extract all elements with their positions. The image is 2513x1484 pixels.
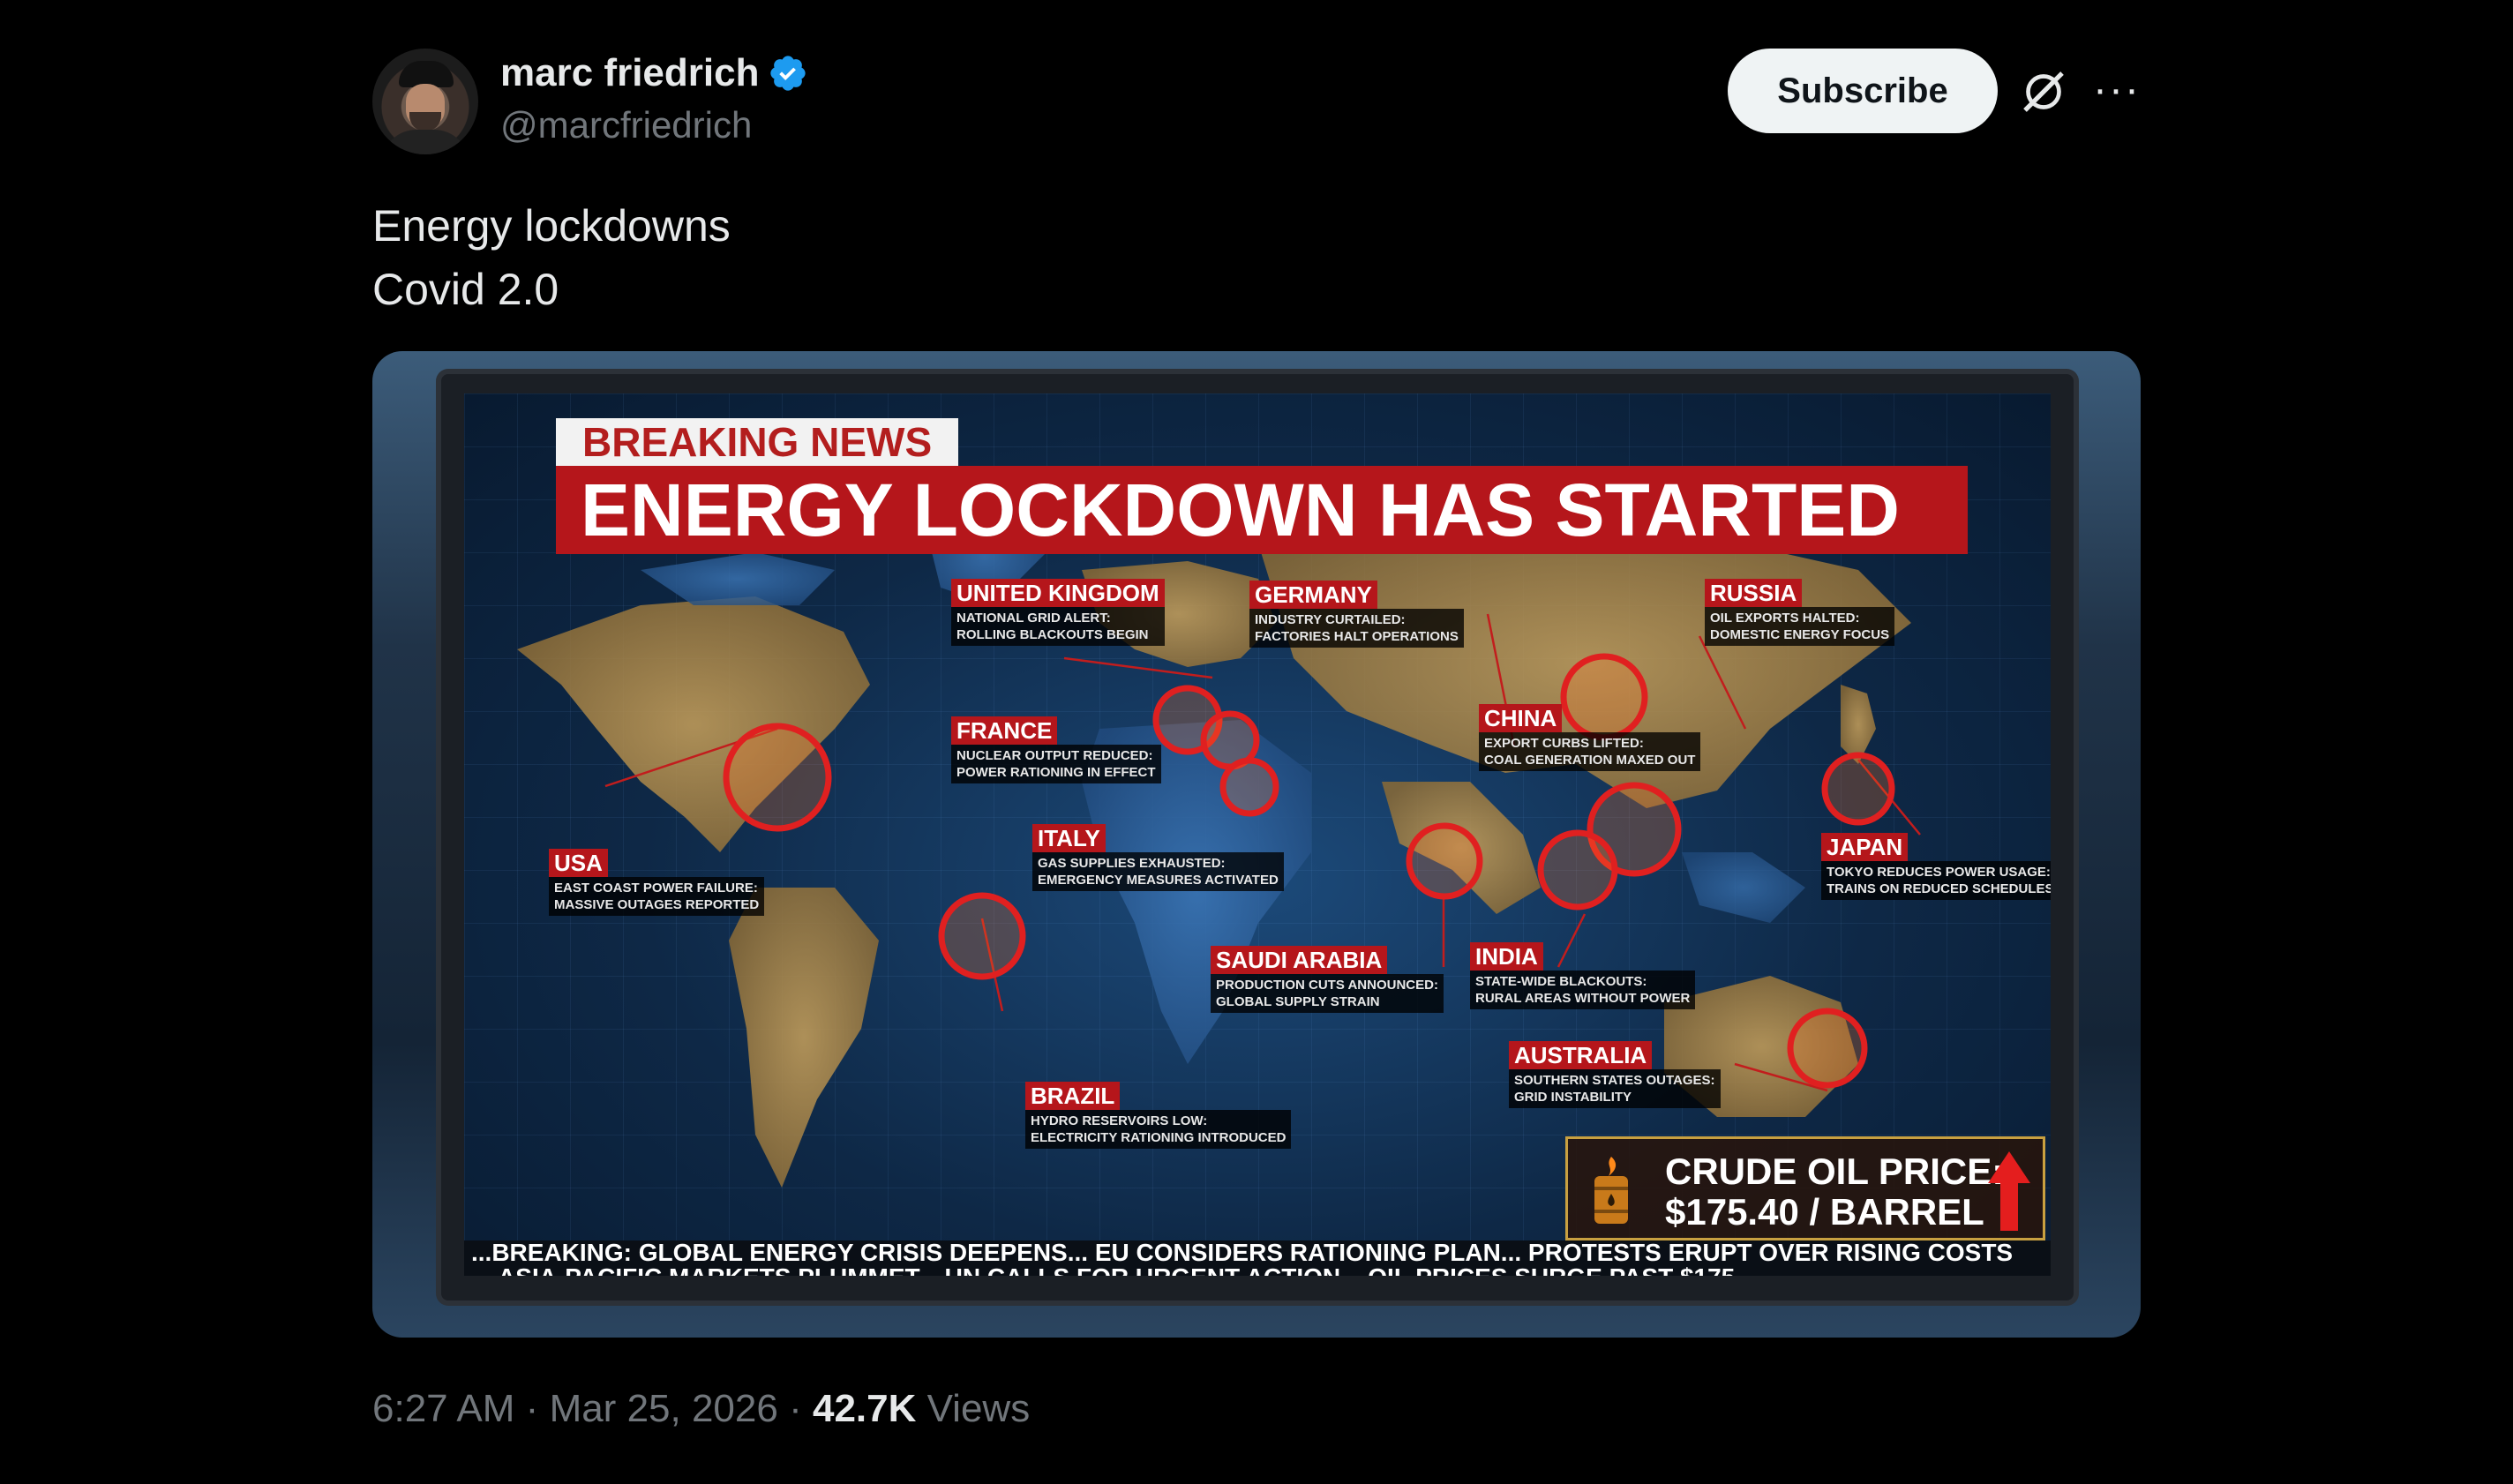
- tv-frame: BREAKING NEWS ENERGY LOCKDOWN HAS STARTE…: [441, 374, 2074, 1300]
- label-detail: STATE-WIDE BLACKOUTS: RURAL AREAS WITHOUT…: [1470, 971, 1696, 1009]
- label-detail: PRODUCTION CUTS ANNOUNCED: GLOBAL SUPPLY …: [1211, 974, 1444, 1013]
- subscribe-button[interactable]: Subscribe: [1728, 49, 1998, 133]
- tweet-media-image[interactable]: BREAKING NEWS ENERGY LOCKDOWN HAS STARTE…: [372, 351, 2141, 1338]
- news-headline: ENERGY LOCKDOWN HAS STARTED: [556, 466, 1968, 554]
- label-detail: NUCLEAR OUTPUT REDUCED: POWER RATIONING I…: [951, 745, 1161, 783]
- separator: ·: [525, 1387, 539, 1430]
- label-detail: TOKYO REDUCES POWER USAGE: TRAINS ON REDU…: [1821, 861, 2051, 900]
- label-germany: GERMANY INDUSTRY CURTAILED: FACTORIES HAL…: [1249, 581, 1464, 648]
- breaking-news-tag: BREAKING NEWS: [556, 418, 959, 466]
- post-date[interactable]: Mar 25, 2026: [550, 1387, 778, 1430]
- label-detail: NATIONAL GRID ALERT: ROLLING BLACKOUTS BE…: [951, 607, 1165, 646]
- verified-badge-icon: [770, 56, 806, 91]
- label-russia: RUSSIA OIL EXPORTS HALTED: DOMESTIC ENERG…: [1705, 579, 1895, 646]
- label-title: USA: [549, 849, 608, 877]
- label-title: AUSTRALIA: [1509, 1041, 1653, 1069]
- label-detail: SOUTHERN STATES OUTAGES: GRID INSTABILITY: [1509, 1069, 1721, 1108]
- label-india: INDIA STATE-WIDE BLACKOUTS: RURAL AREAS W…: [1470, 942, 1696, 1009]
- label-title: CHINA: [1479, 704, 1563, 732]
- label-france: FRANCE NUCLEAR OUTPUT REDUCED: POWER RATI…: [951, 716, 1161, 783]
- label-detail: GAS SUPPLIES EXHAUSTED: EMERGENCY MEASURE…: [1032, 852, 1284, 891]
- label-italy: ITALY GAS SUPPLIES EXHAUSTED: EMERGENCY M…: [1032, 824, 1284, 891]
- ticker-line: ... ASIA-PACIFIC MARKETS PLUMMET... UN C…: [471, 1265, 1756, 1277]
- label-title: BRAZIL: [1025, 1082, 1121, 1110]
- label-united-kingdom: UNITED KINGDOM NATIONAL GRID ALERT: ROLLI…: [951, 579, 1165, 646]
- author-name-row[interactable]: marc friedrich: [500, 51, 808, 95]
- grok-icon[interactable]: [2019, 67, 2068, 116]
- label-detail: INDUSTRY CURTAILED: FACTORIES HALT OPERAT…: [1249, 609, 1464, 648]
- author-handle[interactable]: @marcfriedrich: [500, 104, 752, 146]
- label-brazil: BRAZIL HYDRO RESERVOIRS LOW: ELECTRICITY …: [1025, 1082, 1292, 1149]
- separator: ·: [789, 1387, 802, 1430]
- tv-screen: BREAKING NEWS ENERGY LOCKDOWN HAS STARTE…: [464, 393, 2051, 1276]
- label-title: GERMANY: [1249, 581, 1377, 609]
- views-label: Views: [926, 1387, 1031, 1430]
- arrow-up-icon: [1988, 1151, 2030, 1231]
- tweet-meta: 6:27 AM · Mar 25, 2026 · 42.7K Views: [372, 1387, 1030, 1431]
- news-ticker: ...BREAKING: GLOBAL ENERGY CRISIS DEEPEN…: [464, 1240, 2051, 1276]
- label-japan: JAPAN TOKYO REDUCES POWER USAGE: TRAINS O…: [1821, 833, 2051, 900]
- author-name[interactable]: marc friedrich: [500, 51, 759, 95]
- label-title: SAUDI ARABIA: [1211, 946, 1388, 974]
- tweet-line: Covid 2.0: [372, 265, 559, 314]
- label-usa: USA EAST COAST POWER FAILURE: MASSIVE OUT…: [549, 849, 765, 916]
- label-detail: OIL EXPORTS HALTED: DOMESTIC ENERGY FOCUS: [1705, 607, 1895, 646]
- oil-barrel-icon: [1594, 1157, 1628, 1224]
- views-count: 42.7K: [812, 1387, 917, 1430]
- label-saudi-arabia: SAUDI ARABIA PRODUCTION CUTS ANNOUNCED: G…: [1211, 946, 1444, 1013]
- tweet-text: Energy lockdowns Covid 2.0: [372, 194, 731, 321]
- label-detail: HYDRO RESERVOIRS LOW: ELECTRICITY RATIONI…: [1025, 1110, 1292, 1149]
- post-time[interactable]: 6:27 AM: [372, 1387, 514, 1430]
- tweet-line: Energy lockdowns: [372, 201, 731, 251]
- label-title: JAPAN: [1821, 833, 1909, 861]
- oil-price-box: CRUDE OIL PRICE: $175.40 / BARREL: [1565, 1136, 2045, 1240]
- more-icon[interactable]: ···: [2093, 69, 2139, 111]
- label-title: ITALY: [1032, 824, 1106, 852]
- label-title: FRANCE: [951, 716, 1058, 745]
- oil-price-text: CRUDE OIL PRICE: $175.40 / BARREL: [1665, 1150, 2005, 1233]
- label-title: RUSSIA: [1705, 579, 1803, 607]
- label-title: UNITED KINGDOM: [951, 579, 1165, 607]
- label-detail: EXPORT CURBS LIFTED: COAL GENERATION MAXE…: [1479, 732, 1701, 771]
- ticker-line: ...BREAKING: GLOBAL ENERGY CRISIS DEEPEN…: [471, 1240, 2014, 1266]
- label-australia: AUSTRALIA SOUTHERN STATES OUTAGES: GRID I…: [1509, 1041, 1721, 1108]
- label-title: INDIA: [1470, 942, 1543, 971]
- avatar[interactable]: [372, 49, 478, 154]
- label-china: CHINA EXPORT CURBS LIFTED: COAL GENERATIO…: [1479, 704, 1701, 771]
- label-detail: EAST COAST POWER FAILURE: MASSIVE OUTAGES…: [549, 877, 765, 916]
